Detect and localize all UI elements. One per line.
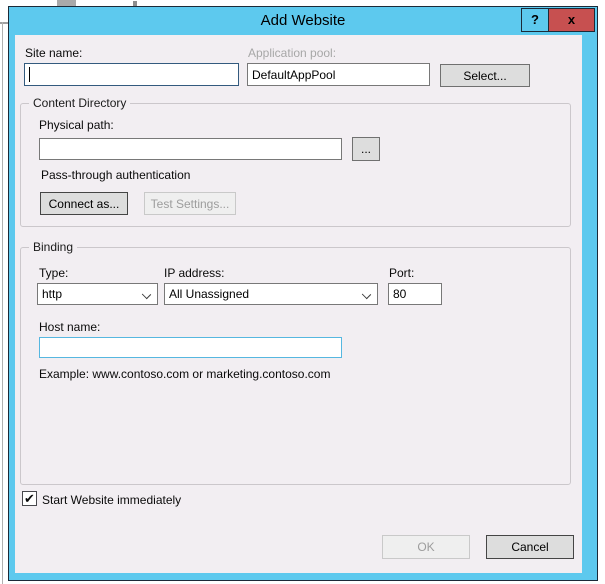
connect-as-button[interactable]: Connect as... <box>40 192 128 215</box>
ip-address-label: IP address: <box>164 266 224 280</box>
physical-path-input[interactable] <box>39 138 342 160</box>
binding-type-value: http <box>42 287 62 301</box>
cancel-button[interactable]: Cancel <box>486 535 574 559</box>
test-settings-button[interactable]: Test Settings... <box>144 192 236 215</box>
binding-group: Binding Type: http IP address: All Unass… <box>20 247 571 485</box>
binding-type-select[interactable]: http <box>37 283 158 305</box>
content-directory-legend: Content Directory <box>29 96 130 110</box>
port-input[interactable] <box>388 283 442 305</box>
site-name-label: Site name: <box>25 46 82 60</box>
physical-path-label: Physical path: <box>39 118 114 132</box>
titlebar-buttons: ? x <box>521 8 595 32</box>
ok-button[interactable]: OK <box>382 535 470 559</box>
content-directory-group: Content Directory Physical path: ... Pas… <box>20 103 571 227</box>
application-pool-label: Application pool: <box>248 46 336 60</box>
host-name-example-text: Example: www.contoso.com or marketing.co… <box>39 367 330 381</box>
chevron-down-icon <box>142 290 151 299</box>
ip-address-value: All Unassigned <box>169 287 249 301</box>
close-button[interactable]: x <box>548 8 595 32</box>
passthrough-auth-label: Pass-through authentication <box>41 168 190 182</box>
start-website-checkbox-label[interactable]: Start Website immediately <box>42 493 181 507</box>
binding-legend: Binding <box>29 240 77 254</box>
start-website-checkbox[interactable]: ✔ <box>22 491 37 506</box>
dialog-body: Site name: Application pool: Select... C… <box>15 35 582 573</box>
application-pool-input[interactable] <box>247 63 430 86</box>
help-button[interactable]: ? <box>521 8 549 32</box>
select-app-pool-button[interactable]: Select... <box>440 64 530 87</box>
dialog-titlebar[interactable]: Add Website ? x <box>9 7 597 35</box>
port-label: Port: <box>389 266 414 280</box>
site-name-input[interactable] <box>24 63 239 86</box>
binding-type-label: Type: <box>39 266 68 280</box>
host-name-label: Host name: <box>39 320 100 334</box>
screen: Add Website ? x Site name: Application p… <box>0 0 605 584</box>
host-name-input[interactable] <box>39 337 342 358</box>
text-caret <box>29 67 30 82</box>
chevron-down-icon <box>362 290 371 299</box>
ip-address-select[interactable]: All Unassigned <box>164 283 378 305</box>
dialog-title: Add Website <box>9 7 597 34</box>
background-window-edge <box>2 22 3 584</box>
browse-physical-path-button[interactable]: ... <box>352 137 380 161</box>
add-website-dialog: Add Website ? x Site name: Application p… <box>8 6 598 581</box>
